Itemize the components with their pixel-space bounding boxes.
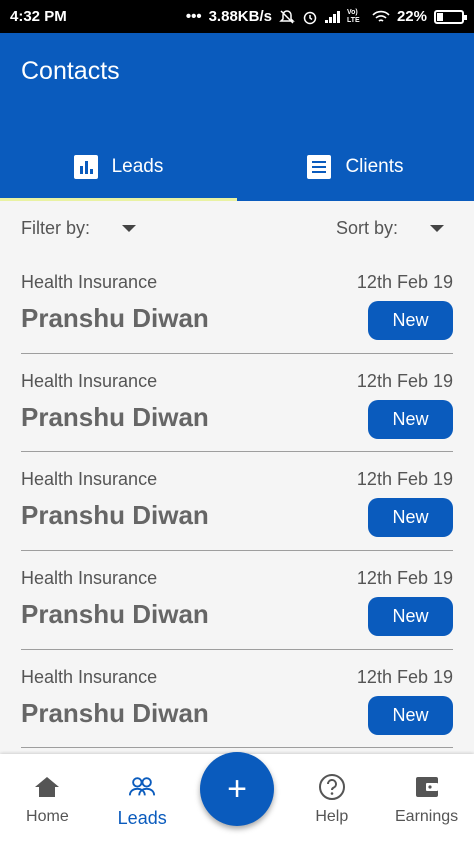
status-badge[interactable]: New (368, 695, 453, 735)
tab-bar: Leads Clients (0, 133, 474, 201)
app-bar: Contacts Leads Clients (0, 33, 474, 201)
help-icon (318, 774, 346, 800)
status-bar: 4:32 PM ••• 3.88KB/s Vo) LTE 22% (0, 0, 474, 33)
tab-leads-label: Leads (111, 156, 164, 177)
page-title: Contacts (21, 57, 120, 85)
tab-clients-label: Clients (345, 156, 404, 177)
nav-leads-label: Leads (117, 808, 167, 828)
status-badge[interactable]: New (368, 498, 453, 538)
bar-chart-icon (73, 155, 98, 179)
status-icons: ••• 3.88KB/s Vo) LTE 22% (185, 8, 467, 25)
lead-type: Health Insurance (21, 272, 158, 292)
chevron-down-icon (430, 224, 444, 232)
lead-date: 12th Feb 19 (356, 370, 453, 391)
lead-name: Pranshu Diwan (21, 697, 209, 728)
signal-icon (324, 10, 340, 23)
receipt-icon (307, 155, 332, 179)
filter-sort-bar: Filter by: Sort by: (0, 201, 474, 255)
network-type-label: Vo) LTE (346, 8, 360, 24)
nav-earnings-label: Earnings (395, 808, 459, 825)
nav-help-label: Help (315, 808, 349, 825)
list-item[interactable]: Health Insurance 12th Feb 19 Pranshu Diw… (21, 650, 453, 749)
status-time: 4:32 PM (10, 8, 67, 25)
lead-date: 12th Feb 19 (356, 568, 453, 589)
lead-type: Health Insurance (21, 568, 158, 589)
battery-icon (434, 9, 467, 24)
tab-clients[interactable]: Clients (237, 133, 474, 201)
alarm-icon (303, 11, 317, 24)
nav-home[interactable]: Home (0, 754, 95, 842)
sort-dropdown[interactable]: Sort by: (336, 218, 444, 239)
nav-earnings[interactable]: Earnings (379, 754, 474, 842)
nav-help[interactable]: Help (284, 754, 379, 842)
people-icon (128, 774, 156, 800)
filter-dropdown[interactable]: Filter by: (21, 217, 137, 239)
home-icon (33, 774, 61, 800)
wallet-icon (413, 774, 441, 800)
battery-percent: 22% (396, 8, 427, 25)
lead-name: Pranshu Diwan (21, 500, 209, 531)
list-item[interactable]: Health Insurance 12th Feb 19 Pranshu Diw… (21, 452, 453, 552)
list-item[interactable]: Health Insurance 12th Feb 19 Pranshu Diw… (21, 255, 453, 354)
chevron-down-icon (122, 224, 137, 232)
network-speed: 3.88KB/s (208, 8, 272, 25)
lead-date: 12th Feb 19 (356, 666, 453, 687)
sort-label: Sort by: (335, 217, 398, 238)
lead-name: Pranshu Diwan (21, 599, 209, 630)
list-item[interactable]: Health Insurance 12th Feb 19 Pranshu Diw… (21, 354, 453, 453)
lead-date: 12th Feb 19 (356, 469, 453, 490)
add-lead-button[interactable]: + (200, 752, 274, 826)
notification-dots: ••• (185, 8, 202, 25)
filter-label: Filter by: (21, 217, 91, 238)
lead-date: 12th Feb 19 (356, 272, 453, 292)
status-badge[interactable]: New (368, 399, 453, 439)
status-badge[interactable]: New (368, 301, 453, 340)
nav-home-label: Home (26, 808, 69, 825)
battery-fill (437, 12, 443, 21)
lead-name: Pranshu Diwan (21, 401, 209, 432)
tab-leads[interactable]: Leads (0, 133, 237, 201)
nav-leads[interactable]: Leads (95, 754, 190, 842)
lead-name: Pranshu Diwan (21, 303, 209, 333)
lead-type: Health Insurance (21, 469, 158, 490)
plus-icon: + (227, 769, 247, 808)
status-badge[interactable]: New (368, 597, 453, 637)
leads-list: Health Insurance 12th Feb 19 Pranshu Diw… (0, 255, 474, 749)
lead-type: Health Insurance (21, 370, 158, 391)
mute-icon (279, 9, 295, 24)
wifi-icon (372, 10, 390, 22)
lead-type: Health Insurance (21, 666, 158, 687)
list-item[interactable]: Health Insurance 12th Feb 19 Pranshu Diw… (21, 551, 453, 650)
